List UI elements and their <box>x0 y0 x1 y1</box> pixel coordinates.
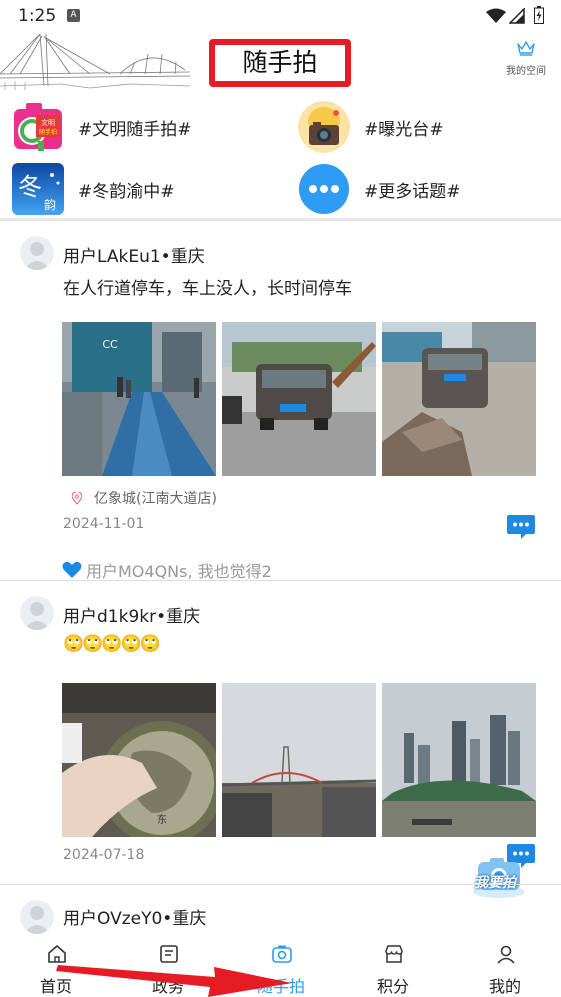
topic-label: #更多话题# <box>364 181 461 202</box>
status-bar: 1:25 A <box>0 0 561 34</box>
document-icon <box>160 945 178 963</box>
bridge-illustration <box>0 34 190 90</box>
post-card: 用户d1k9kr•重庆 🙄🙄🙄🙄🙄 东 2024-07-18 <box>0 582 561 882</box>
like-text: 用户MO4QNs, 我也觉得2 <box>86 562 272 581</box>
status-time: 1:25 <box>18 6 57 26</box>
notification-badge: A <box>67 9 80 22</box>
my-space-label: 我的空间 <box>506 66 546 77</box>
topic-label: #冬韵渝中# <box>78 181 175 202</box>
topic-more[interactable]: #更多话题# <box>298 162 461 216</box>
tab-points[interactable]: 积分 <box>348 938 438 997</box>
post-divider <box>0 580 561 581</box>
more-topics-icon <box>298 163 350 215</box>
avatar[interactable] <box>20 596 54 630</box>
like-line: 用户MO4QNs, 我也觉得2 <box>62 558 272 582</box>
camera-icon <box>272 945 292 963</box>
home-icon <box>48 945 66 963</box>
avatar[interactable] <box>20 900 54 934</box>
svg-text:文明: 文明 <box>41 118 55 127</box>
battery-icon <box>534 6 544 24</box>
post-date: 2024-11-01 <box>63 516 145 532</box>
post-username[interactable]: 用户d1k9kr•重庆 <box>63 602 200 627</box>
tab-label: 我的 <box>488 977 521 996</box>
topic-grid: 文明 随手拍 #文明随手拍# #曝光台# 冬 韵 #冬韵渝中# #更多话题# <box>0 98 561 218</box>
location-label: 亿象城(江南大道店) <box>94 491 217 507</box>
post-username[interactable]: 用户LAkEu1•重庆 <box>63 242 205 267</box>
post-photo[interactable]: CC <box>62 322 216 476</box>
svg-text:东: 东 <box>157 813 167 826</box>
wifi-icon <box>486 8 506 23</box>
comment-icon[interactable] <box>506 514 536 540</box>
post-card: 用户LAkEu1•重庆 在人行道停车，车上没人，长时间停车 CC 亿象城(江南大… <box>0 222 561 582</box>
post-divider <box>0 884 561 885</box>
svg-text:随手拍: 随手拍 <box>39 128 57 136</box>
section-divider <box>0 218 561 221</box>
topic-label: #文明随手拍# <box>78 119 192 140</box>
post-card: 用户OVzeY0•重庆 <box>0 886 561 938</box>
page-title-box: 随手拍 <box>209 39 351 87</box>
signal-icon <box>509 8 525 24</box>
bottom-tab-bar: 首页 政务 随手拍 积分 我的 <box>0 938 561 997</box>
post-username[interactable]: 用户OVzeY0•重庆 <box>63 904 206 929</box>
post-location[interactable]: 亿象城(江南大道店) <box>72 488 217 508</box>
post-text: 🙄🙄🙄🙄🙄 <box>63 634 161 654</box>
tab-label: 积分 <box>376 977 409 996</box>
svg-text:韵: 韵 <box>44 197 56 212</box>
camera-topic-icon <box>298 101 350 153</box>
tab-government[interactable]: 政务 <box>123 938 213 997</box>
topic-label: #曝光台# <box>364 119 444 140</box>
tab-snapshot[interactable]: 随手拍 <box>236 938 326 997</box>
user-icon <box>497 945 515 964</box>
wenming-topic-icon: 文明 随手拍 <box>12 101 64 153</box>
tab-label: 政务 <box>151 977 184 996</box>
topic-winter[interactable]: 冬 韵 #冬韵渝中# <box>12 162 175 216</box>
post-photo[interactable] <box>382 322 536 476</box>
my-space-button[interactable]: 我的空间 <box>498 40 554 77</box>
crown-icon <box>517 41 535 56</box>
post-date: 2024-07-18 <box>63 847 145 863</box>
winter-topic-icon: 冬 韵 <box>12 163 64 215</box>
tab-mine[interactable]: 我的 <box>460 938 550 997</box>
post-text: 在人行道停车，车上没人，长时间停车 <box>63 279 352 299</box>
svg-text:冬: 冬 <box>18 173 42 201</box>
svg-text:CC: CC <box>102 338 118 351</box>
tab-home[interactable]: 首页 <box>11 938 101 997</box>
post-photo[interactable] <box>382 683 536 837</box>
location-pin-icon <box>72 491 82 505</box>
topic-exposure[interactable]: #曝光台# <box>298 100 444 154</box>
avatar[interactable] <box>20 236 54 270</box>
heart-icon[interactable] <box>62 561 82 579</box>
tab-label: 首页 <box>39 977 72 996</box>
page-title: 随手拍 <box>242 48 318 77</box>
post-photo[interactable] <box>222 322 376 476</box>
page-header: 随手拍 我的空间 <box>0 34 561 96</box>
store-icon <box>385 945 403 963</box>
post-photo[interactable]: 东 <box>62 683 216 837</box>
tab-label: 随手拍 <box>256 977 305 996</box>
post-photo[interactable] <box>222 683 376 837</box>
topic-wenming[interactable]: 文明 随手拍 #文明随手拍# <box>12 100 192 154</box>
